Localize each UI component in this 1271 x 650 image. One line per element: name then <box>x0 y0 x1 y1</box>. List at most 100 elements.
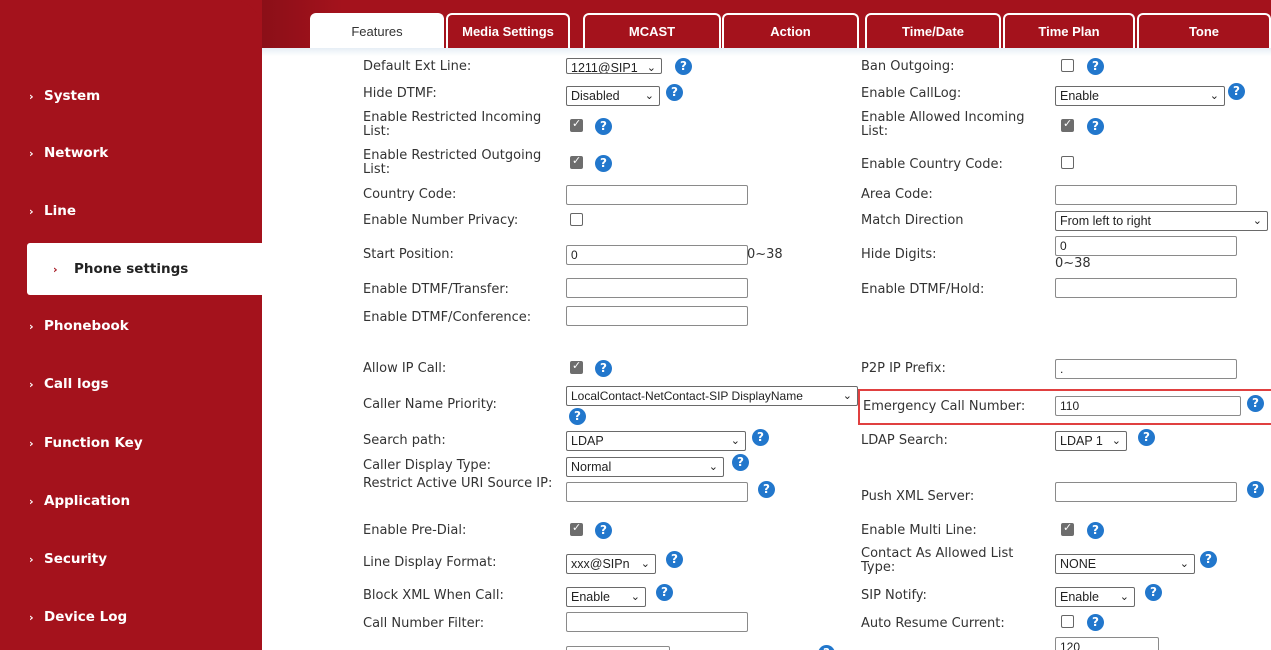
contact-allowed-type-select[interactable]: NONE ⌄ <box>1055 554 1195 574</box>
help-icon[interactable]: ? <box>656 584 673 601</box>
ldap-search-select[interactable]: LDAP 1 ⌄ <box>1055 431 1127 451</box>
tab-media-settings[interactable]: Media Settings <box>446 13 570 48</box>
allowed-incoming-checkbox[interactable] <box>1061 117 1074 132</box>
help-icon[interactable]: ? <box>818 645 835 650</box>
number-privacy-label: Enable Number Privacy: <box>363 213 519 228</box>
tab-time-plan[interactable]: Time Plan <box>1003 13 1135 48</box>
sidebar-item-phonebook[interactable]: › Phonebook <box>0 301 262 351</box>
help-icon[interactable]: ? <box>595 360 612 377</box>
sidebar-item-application[interactable]: › Application <box>0 476 262 526</box>
help-icon[interactable]: ? <box>569 408 586 425</box>
dtmf-hold-input[interactable] <box>1055 278 1237 298</box>
auto-resume-checkbox[interactable] <box>1061 615 1074 628</box>
tab-label: Features <box>351 24 403 39</box>
help-icon[interactable]: ? <box>1247 481 1264 498</box>
search-path-select[interactable]: LDAP ⌄ <box>566 431 746 451</box>
chevron-down-icon: ⌄ <box>646 62 656 74</box>
help-icon[interactable]: ? <box>595 522 612 539</box>
restrict-active-uri-input[interactable] <box>566 482 748 502</box>
help-icon[interactable]: ? <box>1087 614 1104 631</box>
pre-dial-checkbox[interactable] <box>570 521 583 536</box>
enable-country-code-checkbox[interactable] <box>1061 156 1074 169</box>
dtmf-transfer-input[interactable] <box>566 278 748 298</box>
help-icon[interactable]: ? <box>675 58 692 75</box>
dtmf-conference-label: Enable DTMF/Conference: <box>363 310 532 325</box>
scroll-shadow <box>262 48 1271 56</box>
tab-time-date[interactable]: Time/Date <box>865 13 1001 48</box>
select-value: Enable <box>571 590 610 604</box>
sidebar-item-label: Application <box>44 493 131 509</box>
chevron-down-icon: ⌄ <box>1179 558 1189 570</box>
contact-allowed-type-label: Contact As Allowed List Type: <box>861 546 1014 575</box>
sidebar: › System › Network › Line › Phone settings ›… <box>0 0 262 650</box>
default-ext-line-label: Default Ext Line: <box>363 59 472 74</box>
help-icon[interactable]: ? <box>1087 522 1104 539</box>
tab-tone[interactable]: Tone <box>1137 13 1271 48</box>
help-icon[interactable]: ? <box>732 454 749 471</box>
help-icon[interactable]: ? <box>1138 429 1155 446</box>
line-display-format-select[interactable]: xxx@SIPn ⌄ <box>566 554 656 574</box>
partial-input-left[interactable] <box>566 646 670 650</box>
help-icon[interactable]: ? <box>666 551 683 568</box>
caller-display-type-select[interactable]: Normal ⌄ <box>566 457 724 477</box>
country-code-input[interactable] <box>566 185 748 205</box>
sidebar-item-system[interactable]: › System <box>0 71 262 121</box>
help-icon[interactable]: ? <box>595 118 612 135</box>
block-xml-label: Block XML When Call: <box>363 588 504 603</box>
hide-digits-input[interactable]: 0 <box>1055 236 1237 256</box>
help-icon[interactable]: ? <box>1145 584 1162 601</box>
ban-outgoing-checkbox[interactable] <box>1061 59 1074 72</box>
match-direction-select[interactable]: From left to right ⌄ <box>1055 211 1268 231</box>
tab-features[interactable]: Features <box>310 13 444 48</box>
area-code-label: Area Code: <box>861 187 933 202</box>
multi-line-checkbox[interactable] <box>1061 521 1074 536</box>
select-value: LDAP 1 <box>1060 434 1103 448</box>
caller-name-priority-select[interactable]: LocalContact-NetContact-SIP DisplayName ⌄ <box>566 386 858 406</box>
help-icon[interactable]: ? <box>666 84 683 101</box>
chevron-down-icon: ⌄ <box>640 558 650 570</box>
area-code-input[interactable] <box>1055 185 1237 205</box>
emergency-call-number-input[interactable]: 110 <box>1055 396 1241 416</box>
sidebar-item-device-log[interactable]: › Device Log <box>0 592 262 642</box>
ldap-search-label: LDAP Search: <box>861 433 948 448</box>
enable-calllog-select[interactable]: Enable ⌄ <box>1055 86 1225 106</box>
ban-outgoing-label: Ban Outgoing: <box>861 59 955 74</box>
allow-ip-call-checkbox[interactable] <box>570 359 583 374</box>
sidebar-item-label: Device Log <box>44 609 128 625</box>
tab-label: Media Settings <box>462 24 554 39</box>
block-xml-select[interactable]: Enable ⌄ <box>566 587 646 607</box>
chevron-down-icon: ⌄ <box>1209 90 1219 102</box>
chevron-down-icon: ⌄ <box>708 461 718 473</box>
dtmf-conference-input[interactable] <box>566 306 748 326</box>
sidebar-item-phone-settings[interactable]: › Phone settings <box>27 243 262 295</box>
partial-input[interactable]: 120 <box>1055 637 1159 650</box>
number-privacy-checkbox[interactable] <box>570 213 583 226</box>
start-position-input[interactable]: 0 <box>566 245 748 265</box>
sidebar-item-security[interactable]: › Security <box>0 534 262 584</box>
help-icon[interactable]: ? <box>1228 83 1245 100</box>
help-icon[interactable]: ? <box>752 429 769 446</box>
sip-notify-select[interactable]: Enable ⌄ <box>1055 587 1135 607</box>
select-value: xxx@SIPn <box>571 557 630 571</box>
tab-mcast[interactable]: MCAST <box>583 13 721 48</box>
p2p-ip-prefix-input[interactable]: . <box>1055 359 1237 379</box>
hide-dtmf-select[interactable]: Disabled ⌄ <box>566 86 660 106</box>
tab-action[interactable]: Action <box>722 13 859 48</box>
call-number-filter-input[interactable] <box>566 612 748 632</box>
sidebar-item-network[interactable]: › Network <box>0 128 262 178</box>
help-icon[interactable]: ? <box>758 481 775 498</box>
help-icon[interactable]: ? <box>1087 118 1104 135</box>
help-icon[interactable]: ? <box>1247 395 1264 412</box>
restricted-incoming-checkbox[interactable] <box>570 117 583 132</box>
help-icon[interactable]: ? <box>1200 551 1217 568</box>
default-ext-line-select[interactable]: 1211@SIP1 ⌄ <box>566 58 662 74</box>
sidebar-item-call-logs[interactable]: › Call logs <box>0 359 262 409</box>
select-value: Normal <box>571 460 612 474</box>
help-icon[interactable]: ? <box>595 155 612 172</box>
restricted-outgoing-checkbox[interactable] <box>570 154 583 169</box>
tab-label: Time Plan <box>1038 24 1100 39</box>
sidebar-item-function-key[interactable]: › Function Key <box>0 418 262 468</box>
help-icon[interactable]: ? <box>1087 58 1104 75</box>
push-xml-server-input[interactable] <box>1055 482 1237 502</box>
sidebar-item-line[interactable]: › Line <box>0 186 262 236</box>
